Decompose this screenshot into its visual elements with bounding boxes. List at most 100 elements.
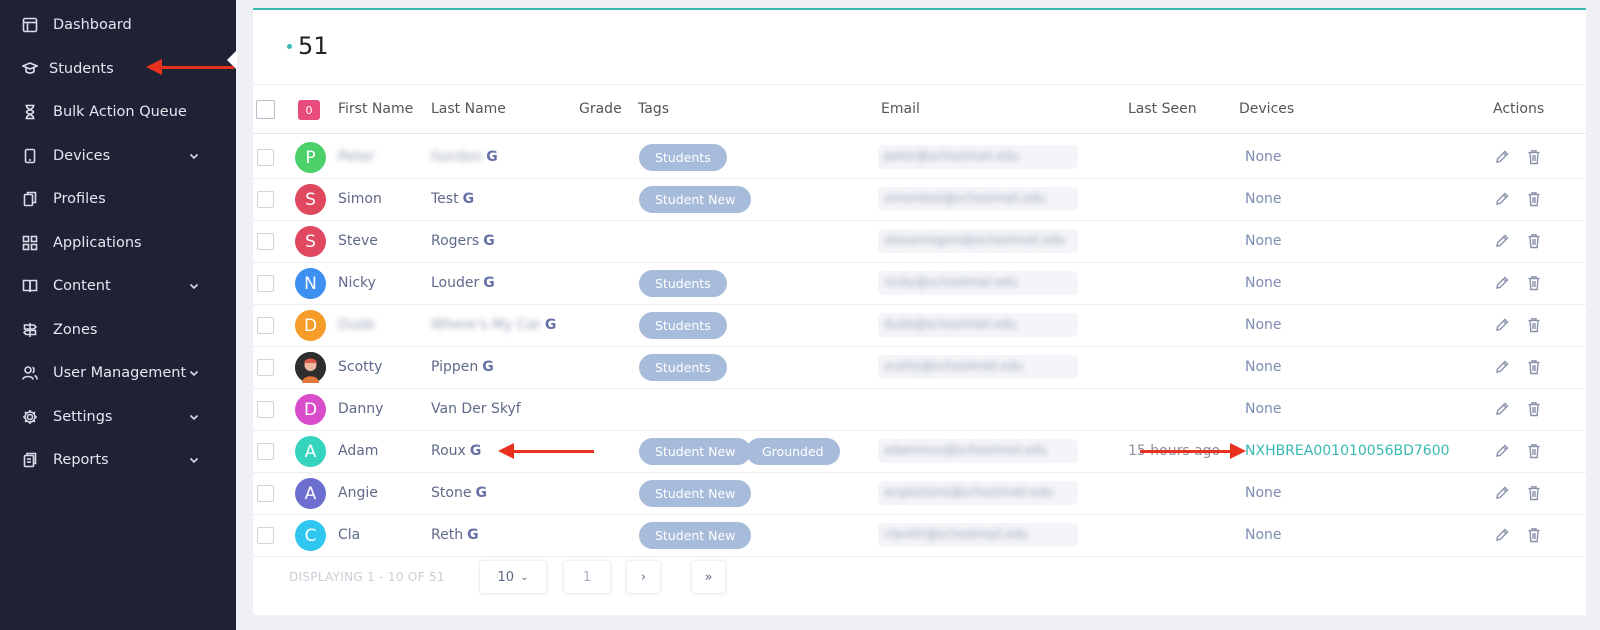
edit-pencil-icon[interactable] [1494,485,1510,501]
row-checkbox[interactable] [257,359,274,376]
row-checkbox[interactable] [257,401,274,418]
last-name-cell[interactable]: Pippen G [431,359,494,375]
sidebar-item-content[interactable]: Content [0,266,236,306]
edit-pencil-icon[interactable] [1494,527,1510,543]
sidebar-item-zones[interactable]: Zones [0,310,236,350]
tag-badge[interactable]: Students [639,270,727,297]
row-checkbox[interactable] [257,191,274,208]
first-name[interactable]: Scotty [338,359,382,375]
last-name-cell[interactable]: Test G [431,191,474,207]
tag-badge[interactable]: Student New [639,522,752,549]
tag-badge[interactable]: Grounded [746,438,840,465]
first-name[interactable]: Simon [338,191,382,207]
first-name[interactable]: Angie [338,485,378,501]
first-name[interactable]: Adam [338,443,378,459]
delete-trash-icon[interactable] [1526,485,1542,501]
first-name[interactable]: Steve [338,233,378,249]
table-row[interactable]: N Nicky Louder G Students nicky@schoolmail.ed… [253,262,1586,305]
page-number[interactable]: 1 [563,560,611,594]
last-name-cell[interactable]: Louder G [431,275,495,291]
delete-trash-icon[interactable] [1526,191,1542,207]
chevron-down-icon[interactable] [188,454,200,466]
row-checkbox[interactable] [257,527,274,544]
table-row[interactable]: A Angie Stone G Student New angiestone@school… [253,472,1586,515]
delete-trash-icon[interactable] [1526,443,1542,459]
delete-trash-icon[interactable] [1526,317,1542,333]
chevron-down-icon[interactable] [188,411,200,423]
row-checkbox[interactable] [257,317,274,334]
row-checkbox[interactable] [257,149,274,166]
first-name[interactable]: Danny [338,401,383,417]
edit-pencil-icon[interactable] [1494,191,1510,207]
chevron-down-icon[interactable] [188,280,200,292]
row-checkbox[interactable] [257,443,274,460]
tag-badge[interactable]: Student New [639,480,752,507]
tag-badge[interactable]: Student New [639,438,752,465]
delete-trash-icon[interactable] [1526,527,1542,543]
device-link[interactable]: NXHBREA001010056BD7600 [1245,443,1450,459]
next-page-button[interactable]: › [626,560,661,594]
delete-trash-icon[interactable] [1526,275,1542,291]
delete-trash-icon[interactable] [1526,233,1542,249]
last-name-cell[interactable]: Gordon G [431,149,498,165]
edit-pencil-icon[interactable] [1494,233,1510,249]
delete-trash-icon[interactable] [1526,401,1542,417]
edit-pencil-icon[interactable] [1494,401,1510,417]
column-last-seen[interactable]: Last Seen [1128,101,1197,117]
sidebar-item-bulk-action-queue[interactable]: Bulk Action Queue [0,92,236,132]
sidebar-item-dashboard[interactable]: Dashboard [0,5,236,45]
last-name-cell[interactable]: Where's My Car G [431,317,556,333]
edit-pencil-icon[interactable] [1494,317,1510,333]
first-name[interactable]: Nicky [338,275,376,291]
tag-badge[interactable]: Students [639,354,727,381]
column-first-name[interactable]: First Name [338,101,413,117]
sidebar-item-devices[interactable]: Devices [0,136,236,176]
table-row[interactable]: P Peter Gordon G Students peter@schoolmail.ed… [253,136,1586,179]
delete-trash-icon[interactable] [1526,359,1542,375]
table-row[interactable]: Scotty Pippen G Students scotty@schoolmail.e… [253,346,1586,389]
delete-trash-icon[interactable] [1526,149,1542,165]
tag-badge[interactable]: Students [639,312,727,339]
table-row[interactable]: S Steve Rogers Gstevenrogers@schoolmail.edu… [253,220,1586,263]
column-email[interactable]: Email [881,101,920,117]
chevron-down-icon[interactable] [188,367,200,379]
tag-badge[interactable]: Student New [639,186,752,213]
column-grade[interactable]: Grade [579,101,622,117]
sidebar-item-user-management[interactable]: User Management [0,353,236,393]
sidebar-item-students[interactable]: Students [0,49,236,89]
sidebar-item-label: Dashboard [53,17,132,33]
row-checkbox[interactable] [257,275,274,292]
sidebar-item-applications[interactable]: Applications [0,223,236,263]
sidebar-item-reports[interactable]: Reports [0,440,236,480]
edit-pencil-icon[interactable] [1494,149,1510,165]
avatar: P [295,142,326,173]
first-name[interactable]: Dude [338,317,375,333]
table-row[interactable]: D Danny Van Der Skyf None [253,388,1586,431]
last-name-cell[interactable]: Reth G [431,527,479,543]
avatar: C [295,520,326,551]
table-row[interactable]: A Adam Roux G Student New Grounded adamroux@sc… [253,430,1586,473]
column-last-name[interactable]: Last Name [431,101,506,117]
table-row[interactable]: D Dude Where's My Car G Students dude@schoolm… [253,304,1586,347]
dashboard-icon [22,17,38,33]
last-name-cell[interactable]: Van Der Skyf [431,401,521,417]
table-row[interactable]: C Cla Reth G Student New clareth@schoolmail.e… [253,514,1586,557]
select-all-checkbox[interactable] [256,100,275,119]
sidebar-item-settings[interactable]: Settings [0,397,236,437]
last-page-button[interactable]: » [691,560,726,594]
last-name-cell[interactable]: Rogers G [431,233,495,249]
edit-pencil-icon[interactable] [1494,359,1510,375]
row-checkbox[interactable] [257,233,274,250]
edit-pencil-icon[interactable] [1494,275,1510,291]
table-row[interactable]: S Simon Test G Student New simontest@schoolma… [253,178,1586,221]
first-name[interactable]: Cla [338,527,360,543]
last-name-cell[interactable]: Stone G [431,485,487,501]
tag-badge[interactable]: Students [639,144,727,171]
first-name[interactable]: Peter [338,149,374,165]
sidebar-item-profiles[interactable]: Profiles [0,179,236,219]
row-checkbox[interactable] [257,485,274,502]
chevron-down-icon[interactable] [188,150,200,162]
edit-pencil-icon[interactable] [1494,443,1510,459]
page-size-select[interactable]: 10 ⌄ [479,560,547,594]
last-name-cell[interactable]: Roux G [431,443,481,459]
